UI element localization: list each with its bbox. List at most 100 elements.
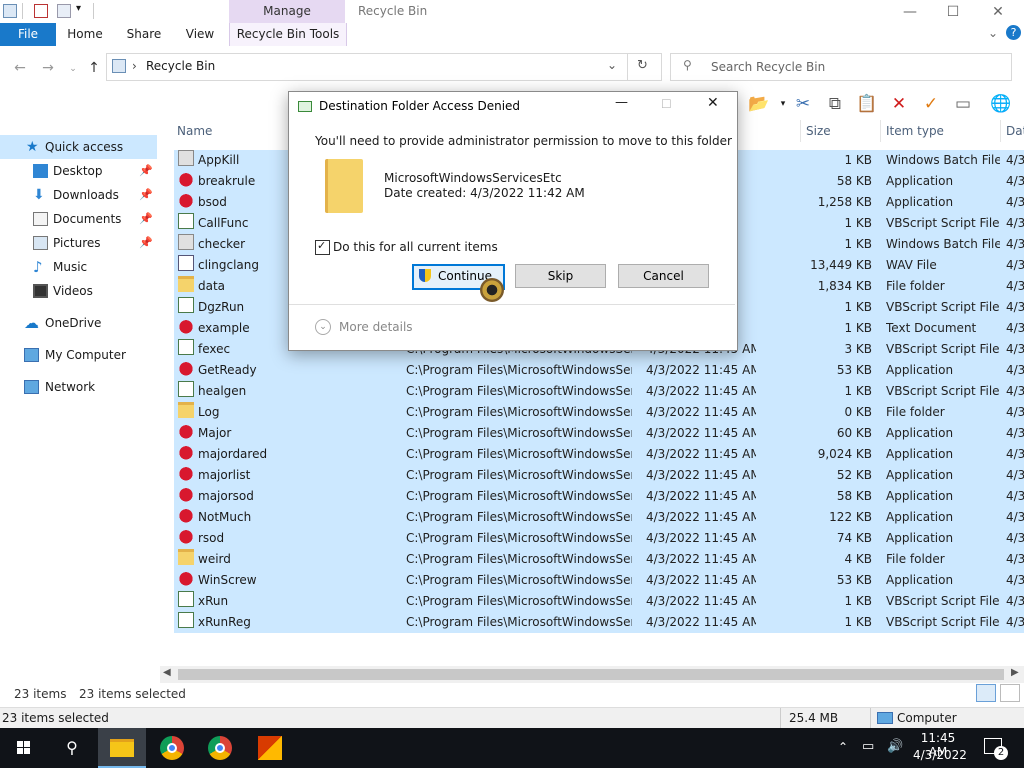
maximize-button[interactable]: ☐ (935, 2, 971, 22)
sidebar-item-downloads[interactable]: ⬇ Downloads 📌 (0, 183, 157, 207)
search-icon[interactable]: ⚲ (48, 728, 96, 768)
table-row[interactable]: majordared C:\Program Files\MicrosoftWind… (174, 444, 1024, 465)
table-row[interactable]: Log C:\Program Files\MicrosoftWindowsServ… (174, 402, 1024, 423)
checkmark-icon[interactable]: ✓ (919, 92, 943, 116)
large-icons-view-icon[interactable] (1000, 684, 1020, 702)
notification-badge: 2 (994, 746, 1008, 760)
chrome-taskbar-button[interactable] (148, 728, 196, 768)
file-size: 1 KB (844, 615, 872, 629)
start-button[interactable] (0, 728, 48, 768)
chevron-up-icon[interactable]: ⌃ (838, 740, 848, 754)
skip-button[interactable]: Skip (515, 264, 606, 288)
pin-icon[interactable]: 📌 (139, 159, 153, 183)
column-header-item-type[interactable]: Item type (886, 120, 944, 142)
sidebar-item-onedrive[interactable]: ☁ OneDrive (0, 311, 157, 335)
collapse-ribbon-icon[interactable]: ⌄ (988, 26, 998, 40)
address-bar[interactable]: › Recycle Bin ⌄ ↻ (106, 53, 662, 81)
pin-icon[interactable]: 📌 (139, 207, 153, 231)
scroll-left-icon[interactable]: ◀ (163, 667, 171, 678)
tab-share[interactable]: Share (122, 23, 166, 46)
sidebar-item-pictures[interactable]: Pictures 📌 (0, 231, 157, 255)
minimize-button[interactable]: — (892, 2, 928, 22)
tab-home[interactable]: Home (64, 23, 106, 46)
sidebar-item-my-computer[interactable]: My Computer (0, 343, 157, 367)
up-arrow-icon[interactable]: ↑ (84, 60, 104, 76)
sidebar-item-videos[interactable]: Videos (0, 279, 157, 303)
file-size: 58 KB (836, 489, 872, 503)
chrome-taskbar-button[interactable] (196, 728, 244, 768)
search-input[interactable]: ⚲ Search Recycle Bin (670, 53, 1012, 81)
scroll-right-icon[interactable]: ▶ (1011, 667, 1019, 678)
file-type: Text Document (886, 321, 977, 335)
cancel-button[interactable]: Cancel (618, 264, 709, 288)
network-icon[interactable]: ▭ (862, 739, 874, 754)
copy-icon[interactable]: ⧉ (823, 92, 847, 116)
file-name: WinScrew (198, 573, 257, 587)
table-row[interactable]: GetReady C:\Program Files\MicrosoftWindow… (174, 360, 1024, 381)
new-folder-icon[interactable] (57, 4, 71, 18)
recent-locations-icon[interactable]: ⌄ (63, 64, 83, 80)
pin-icon[interactable]: 📌 (139, 231, 153, 255)
volume-icon[interactable]: 🔊 (887, 739, 903, 754)
tab-view[interactable]: View (180, 23, 220, 46)
sidebar-item-desktop[interactable]: Desktop 📌 (0, 159, 157, 183)
file-explorer-taskbar-button[interactable] (98, 728, 146, 768)
tab-recycle-bin-tools[interactable]: Recycle Bin Tools (229, 23, 347, 46)
dialog-minimize-button[interactable]: — (615, 95, 628, 110)
table-row[interactable]: WinScrew C:\Program Files\MicrosoftWindow… (174, 570, 1024, 591)
file-original-location: C:\Program Files\MicrosoftWindowsServ... (406, 573, 632, 587)
delete-icon[interactable]: ✕ (887, 92, 911, 116)
column-header-date[interactable]: Dat (1006, 120, 1024, 142)
clock-date[interactable]: 4/3/2022 (913, 748, 967, 762)
table-row[interactable]: xRun C:\Program Files\MicrosoftWindowsSer… (174, 591, 1024, 612)
sidebar-item-quick-access[interactable]: ★ Quick access (0, 135, 157, 159)
back-arrow-icon[interactable]: ← (10, 60, 30, 76)
address-dropdown-icon[interactable]: ⌄ (607, 58, 617, 72)
column-header-name[interactable]: Name (177, 120, 212, 142)
scroll-thumb[interactable] (178, 669, 1004, 680)
sidebar-item-music[interactable]: ♪ Music (0, 255, 157, 279)
column-header-size[interactable]: Size (806, 120, 831, 142)
refresh-icon[interactable]: ↻ (637, 58, 648, 73)
horizontal-scrollbar[interactable]: ◀ ▶ (160, 666, 1024, 683)
chevron-down-icon[interactable]: ⌄ (315, 319, 331, 335)
sidebar-item-network[interactable]: Network (0, 375, 157, 399)
new-folder-icon[interactable]: 📂 (747, 92, 771, 116)
qa-dropdown-icon[interactable]: ▾ (76, 3, 81, 14)
table-row[interactable]: xRunReg C:\Program Files\MicrosoftWindows… (174, 612, 1024, 633)
table-row[interactable]: NotMuch C:\Program Files\MicrosoftWindows… (174, 507, 1024, 528)
move-icon (298, 101, 312, 112)
file-name: xRunReg (198, 615, 251, 629)
tab-file[interactable]: File (0, 23, 56, 46)
file-size: 122 KB (829, 510, 872, 524)
breadcrumb[interactable]: Recycle Bin (146, 59, 215, 73)
globe-icon[interactable]: 🌐 (989, 92, 1013, 116)
table-row[interactable]: Major C:\Program Files\MicrosoftWindowsSe… (174, 423, 1024, 444)
rename-icon[interactable]: ▭ (951, 92, 975, 116)
table-row[interactable]: majorsod C:\Program Files\MicrosoftWindow… (174, 486, 1024, 507)
paste-icon[interactable]: 📋 (855, 92, 879, 116)
close-button[interactable]: ✕ (980, 2, 1016, 22)
selection-size: 25.4 MB (789, 711, 839, 725)
forward-arrow-icon[interactable]: → (38, 60, 58, 76)
pin-icon[interactable]: 📌 (139, 183, 153, 207)
properties-icon[interactable] (34, 4, 48, 18)
table-row[interactable]: healgen C:\Program Files\MicrosoftWindows… (174, 381, 1024, 402)
help-icon[interactable]: ? (1006, 25, 1021, 40)
zone-label: Computer (897, 711, 957, 725)
sidebar-item-documents[interactable]: Documents 📌 (0, 207, 157, 231)
table-row[interactable]: weird C:\Program Files\MicrosoftWindowsSe… (174, 549, 1024, 570)
file-size: 0 KB (844, 405, 872, 419)
details-view-icon[interactable] (976, 684, 996, 702)
file-date-deleted: 4/3/2022 11:45 AM (646, 426, 756, 440)
file-date: 4/3 (1006, 153, 1024, 167)
cut-icon[interactable]: ✂ (791, 92, 815, 116)
app-taskbar-button[interactable] (246, 728, 294, 768)
more-details-link[interactable]: More details (339, 320, 413, 334)
dialog-close-button[interactable]: ✕ (707, 95, 719, 111)
file-original-location: C:\Program Files\MicrosoftWindowsServ... (406, 384, 632, 398)
apply-to-all-checkbox[interactable]: ✓ (315, 239, 330, 255)
table-row[interactable]: rsod C:\Program Files\MicrosoftWindowsSer… (174, 528, 1024, 549)
table-row[interactable]: majorlist C:\Program Files\MicrosoftWindo… (174, 465, 1024, 486)
divider (1000, 120, 1001, 142)
